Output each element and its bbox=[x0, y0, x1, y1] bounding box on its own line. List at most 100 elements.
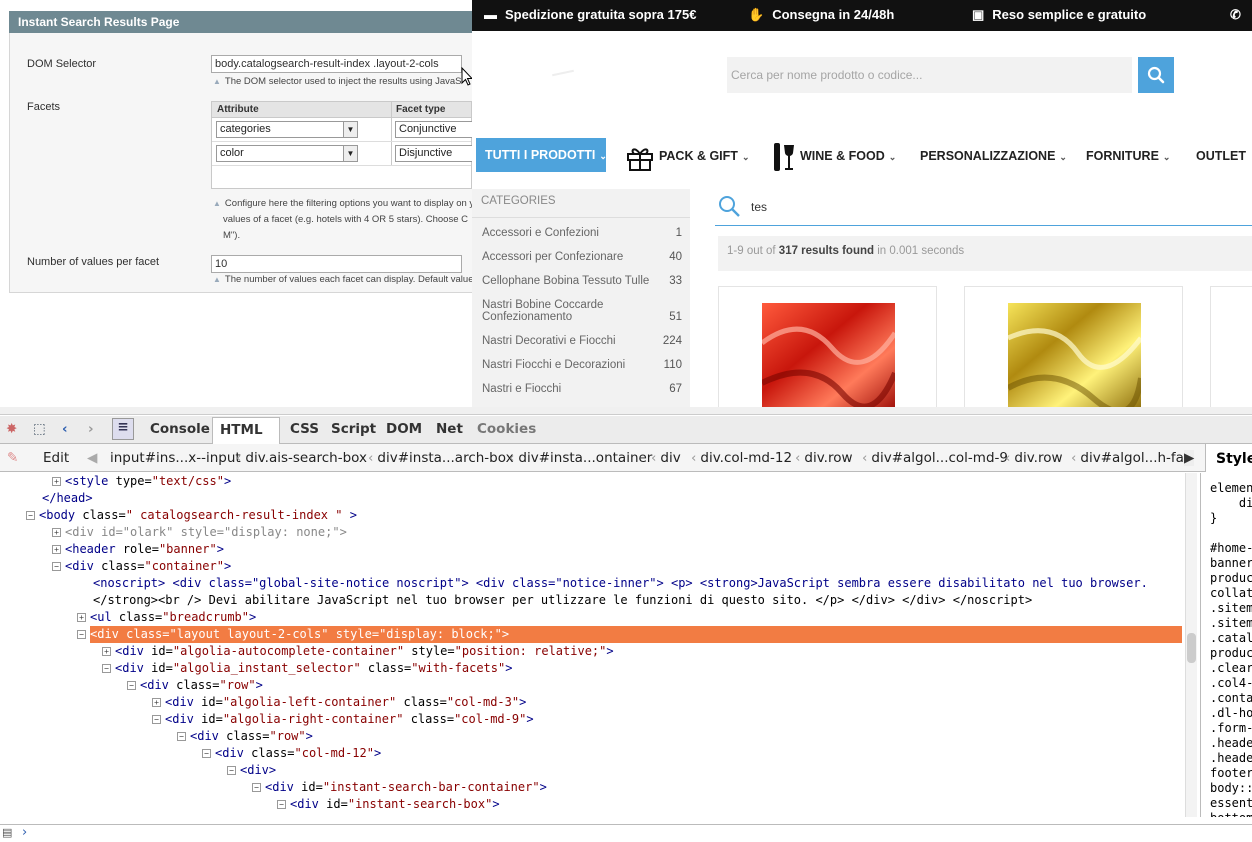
edit-icon[interactable]: ✎ bbox=[7, 450, 18, 466]
breadcrumb-node[interactable]: ‹ div.row bbox=[795, 450, 853, 466]
collapse-icon[interactable]: − bbox=[77, 630, 86, 639]
tab-dom[interactable]: DOM bbox=[386, 421, 422, 437]
product-search-input[interactable]: Cerca per nome prodotto o codice... bbox=[727, 57, 1132, 93]
tree-node[interactable]: − <div id="instant-search-box"> bbox=[277, 796, 500, 813]
style-rule-line[interactable]: produc bbox=[1210, 646, 1252, 661]
tree-scrollbar[interactable] bbox=[1185, 473, 1197, 817]
collapse-icon[interactable]: − bbox=[177, 732, 186, 741]
tree-node[interactable]: + <div id="olark" style="display: none;"> bbox=[52, 524, 347, 541]
style-rule-line[interactable]: .dl-ho bbox=[1210, 706, 1252, 721]
collapse-icon[interactable]: − bbox=[202, 749, 211, 758]
tree-node[interactable]: − <div class="container"> bbox=[52, 558, 231, 575]
logo[interactable] bbox=[552, 69, 574, 77]
style-rule-line[interactable]: } bbox=[1210, 511, 1252, 526]
category-item[interactable]: Accessori per Confezionare 40 bbox=[482, 251, 682, 263]
tab-css[interactable]: CSS bbox=[290, 421, 319, 437]
tab-cookies[interactable]: Cookies bbox=[477, 421, 536, 437]
tree-node[interactable]: − <div id="algolia_instant_selector" clas… bbox=[102, 660, 512, 677]
category-item[interactable]: Nastri Fiocchi e Decorazioni 110 bbox=[482, 359, 682, 371]
category-item[interactable]: Nastri e Fiocchi 67 bbox=[482, 383, 682, 395]
style-rule-line[interactable]: .sitem bbox=[1210, 601, 1252, 616]
breadcrumb-node[interactable]: ‹ div#algol...h-fac bbox=[1071, 450, 1191, 466]
search-button[interactable] bbox=[1138, 57, 1174, 93]
dom-selector-input[interactable]: body.catalogsearch-result-index .layout-… bbox=[211, 55, 462, 73]
product-card[interactable] bbox=[1210, 286, 1252, 407]
collapse-icon[interactable]: − bbox=[227, 766, 236, 775]
facet-type-select[interactable]: Conjunctive bbox=[395, 121, 475, 138]
style-rule-line[interactable]: footer bbox=[1210, 766, 1252, 781]
nav-forniture[interactable]: FORNITURE ⌄ bbox=[1086, 138, 1170, 172]
scroll-right-icon[interactable]: ▶ bbox=[1184, 450, 1195, 466]
scroll-thumb[interactable] bbox=[1187, 633, 1196, 663]
command-menu-icon[interactable]: ▤ bbox=[2, 826, 12, 839]
style-rule-line[interactable]: bottom bbox=[1210, 811, 1252, 817]
nav-wine-food[interactable]: WINE & FOOD ⌄ bbox=[772, 138, 896, 172]
command-editor-icon[interactable]: ≡ bbox=[112, 418, 134, 440]
style-rule-line[interactable]: .conta bbox=[1210, 691, 1252, 706]
tree-node[interactable]: − <div class="row"> bbox=[127, 677, 263, 694]
edit-button[interactable]: Edit bbox=[43, 450, 69, 466]
nav-all-products[interactable]: TUTTI I PRODOTTI ⌄ bbox=[476, 138, 607, 172]
expand-icon[interactable]: + bbox=[77, 613, 86, 622]
nav-personalizzazione[interactable]: PERSONALIZZAZIONE ⌄ bbox=[920, 138, 1067, 172]
attribute-select[interactable]: categories ▼ bbox=[216, 121, 358, 138]
collapse-icon[interactable]: − bbox=[127, 681, 136, 690]
style-rule-line[interactable]: .col4- bbox=[1210, 676, 1252, 691]
style-rule-line[interactable]: produc bbox=[1210, 571, 1252, 586]
tree-node[interactable]: + <header role="banner"> bbox=[52, 541, 224, 558]
attribute-select[interactable]: color ▼ bbox=[216, 145, 358, 162]
tree-node[interactable]: <noscript> <div class="global-site-notic… bbox=[93, 575, 1148, 592]
tab-script[interactable]: Script bbox=[331, 421, 376, 437]
collapse-icon[interactable]: − bbox=[277, 800, 286, 809]
tree-node[interactable]: + <ul class="breadcrumb"> bbox=[77, 609, 256, 626]
breadcrumb-node[interactable]: ‹ div.col-md-12 bbox=[691, 450, 792, 466]
facet-type-select[interactable]: Disjunctive bbox=[395, 145, 475, 162]
back-icon[interactable]: ‹ bbox=[62, 421, 68, 437]
instant-search-input[interactable]: tes bbox=[715, 190, 1252, 226]
collapse-icon[interactable]: − bbox=[52, 562, 61, 571]
tree-node[interactable]: − <div id="instant-search-bar-container"> bbox=[252, 779, 547, 796]
style-rule-line[interactable]: .sitem bbox=[1210, 616, 1252, 631]
style-rule-line[interactable]: .catal bbox=[1210, 631, 1252, 646]
breadcrumb-node[interactable]: ‹ div.row bbox=[1005, 450, 1063, 466]
forward-icon[interactable]: › bbox=[88, 421, 94, 437]
collapse-icon[interactable]: − bbox=[152, 715, 161, 724]
product-card[interactable] bbox=[964, 286, 1183, 407]
tree-node[interactable]: </head> bbox=[42, 490, 93, 507]
expand-icon[interactable]: + bbox=[152, 698, 161, 707]
style-rule-line[interactable]: .clear bbox=[1210, 661, 1252, 676]
breadcrumb-node[interactable]: ‹ div#insta...arch-box bbox=[368, 450, 514, 466]
inspect-icon[interactable]: ⬚ bbox=[33, 421, 46, 437]
style-rule-line[interactable]: .heade bbox=[1210, 751, 1252, 766]
tree-node[interactable]: − <div class="col-md-12"> bbox=[202, 745, 381, 762]
style-rule-line[interactable] bbox=[1210, 526, 1252, 541]
tree-node[interactable]: + <style type="text/css"> bbox=[52, 473, 231, 490]
expand-icon[interactable]: + bbox=[52, 545, 61, 554]
style-rule-line[interactable]: .form- bbox=[1210, 721, 1252, 736]
style-rule-line[interactable]: essent bbox=[1210, 796, 1252, 811]
style-rule-line[interactable]: body:: bbox=[1210, 781, 1252, 796]
category-item[interactable]: Nastri Decorativi e Fiocchi 224 bbox=[482, 335, 682, 347]
tree-node[interactable]: − <div> bbox=[227, 762, 276, 779]
expand-icon[interactable]: + bbox=[52, 528, 61, 537]
nav-outlet[interactable]: OUTLET bbox=[1196, 138, 1246, 172]
category-item[interactable]: Accessori e Confezioni 1 bbox=[482, 227, 682, 239]
collapse-icon[interactable]: − bbox=[252, 783, 261, 792]
style-rule-line[interactable]: collat bbox=[1210, 586, 1252, 601]
breadcrumb-node[interactable]: ‹ div.ais-search-box bbox=[236, 450, 367, 466]
tree-node[interactable]: − <body class=" catalogsearch-result-inde… bbox=[26, 507, 357, 524]
tree-node[interactable]: − <div class="row"> bbox=[177, 728, 313, 745]
category-item[interactable]: Nastri Bobine Coccarde Confezionamento 51 bbox=[482, 299, 682, 323]
product-card[interactable] bbox=[718, 286, 937, 407]
scroll-left-icon[interactable]: ◀ bbox=[87, 450, 97, 466]
resize-handle[interactable] bbox=[0, 407, 1252, 415]
tree-node[interactable]: + <div id="algolia-left-container" class=… bbox=[152, 694, 526, 711]
breadcrumb-node[interactable]: ‹ div bbox=[651, 450, 681, 466]
tree-node[interactable]: − <div id="algolia-right-container" class… bbox=[152, 711, 534, 728]
values-per-facet-input[interactable]: 10 bbox=[211, 255, 462, 273]
selected-row[interactable]: <div class="layout layout-2-cols" style=… bbox=[90, 626, 1182, 643]
breadcrumb-node[interactable]: ‹ div#algol...col-md-9 bbox=[862, 450, 1008, 466]
expand-icon[interactable]: + bbox=[102, 647, 111, 656]
style-rule-line[interactable]: di bbox=[1210, 496, 1252, 511]
tab-console[interactable]: Console bbox=[150, 421, 210, 437]
